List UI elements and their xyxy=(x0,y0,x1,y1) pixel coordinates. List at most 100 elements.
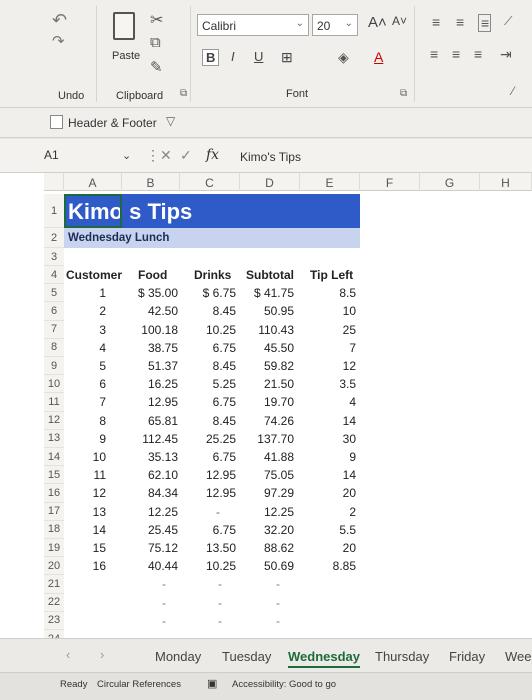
table-cell[interactable]: 42.50 xyxy=(148,304,178,318)
row-header[interactable]: 22 xyxy=(44,593,64,612)
table-cell[interactable]: $ 35.00 xyxy=(138,286,178,300)
align-middle-icon[interactable]: ≡ xyxy=(456,14,464,30)
row-header[interactable]: 23 xyxy=(44,611,64,630)
row-header[interactable]: 1 xyxy=(44,194,64,228)
table-cell[interactable]: 8.5 xyxy=(339,286,356,300)
dialog-launcher-icon[interactable]: ⧉ xyxy=(180,88,187,99)
table-cell[interactable]: 35.13 xyxy=(148,450,178,464)
row-header[interactable]: 3 xyxy=(44,248,64,266)
undo-icon[interactable]: ↶ xyxy=(52,10,67,31)
table-cell[interactable]: 6.75 xyxy=(213,341,236,355)
empty-cell-marker[interactable]: - xyxy=(276,596,280,610)
row-header[interactable]: 8 xyxy=(44,338,64,357)
table-cell[interactable]: 75.12 xyxy=(148,541,178,555)
empty-cell-marker[interactable]: - xyxy=(162,614,166,628)
table-cell[interactable]: 65.81 xyxy=(148,414,178,428)
row-header[interactable]: 2 xyxy=(44,228,64,248)
table-cell[interactable]: 20 xyxy=(343,541,356,555)
table-cell[interactable]: 9 xyxy=(349,450,356,464)
table-cell[interactable]: 41.88 xyxy=(264,450,294,464)
table-cell[interactable]: 110.43 xyxy=(258,323,294,337)
table-cell[interactable]: 12.25 xyxy=(148,505,178,519)
column-header[interactable]: A xyxy=(64,173,122,191)
header-footer-button[interactable]: Header & Footer xyxy=(68,116,157,130)
table-cell[interactable]: 12.95 xyxy=(148,395,178,409)
table-cell[interactable]: 8.45 xyxy=(213,359,236,373)
column-title[interactable]: Food xyxy=(138,268,167,282)
table-cell[interactable]: 75.05 xyxy=(264,468,294,482)
table-cell[interactable]: 8.45 xyxy=(213,304,236,318)
table-cell[interactable]: 9 xyxy=(99,432,106,446)
row-header[interactable]: 13 xyxy=(44,429,64,448)
table-cell[interactable]: 74.26 xyxy=(264,414,294,428)
table-cell[interactable]: 25.25 xyxy=(206,432,236,446)
more-icon[interactable]: ⋮ xyxy=(146,147,160,164)
row-header[interactable]: 10 xyxy=(44,375,64,394)
align-right-icon[interactable]: ≡ xyxy=(474,46,482,62)
row-header[interactable]: 20 xyxy=(44,557,64,576)
table-cell[interactable]: 10 xyxy=(343,304,356,318)
table-cell[interactable]: 2 xyxy=(349,505,356,519)
table-cell[interactable]: 6.75 xyxy=(213,395,236,409)
table-cell[interactable]: 12.95 xyxy=(206,468,236,482)
column-title[interactable]: Tip Left xyxy=(310,268,353,282)
table-cell[interactable]: 97.29 xyxy=(264,486,294,500)
bold-button[interactable]: B xyxy=(202,49,220,66)
table-cell[interactable]: 10 xyxy=(93,450,106,464)
table-cell[interactable]: 7 xyxy=(349,341,356,355)
table-cell[interactable]: 25.45 xyxy=(148,523,178,537)
align-top-icon[interactable]: ≡ xyxy=(432,14,440,30)
cancel-icon[interactable]: ✕ xyxy=(160,147,172,164)
table-cell[interactable]: 40.44 xyxy=(148,559,178,573)
row-header[interactable]: 7 xyxy=(44,320,64,339)
increase-font-icon[interactable]: A˄ xyxy=(368,14,387,31)
paste-label[interactable]: Paste xyxy=(112,50,140,62)
table-cell[interactable]: 21.50 xyxy=(264,377,294,391)
table-cell[interactable]: 16.25 xyxy=(148,377,178,391)
table-cell[interactable]: 12.95 xyxy=(206,486,236,500)
empty-cell-marker[interactable]: - xyxy=(162,596,166,610)
select-all-corner[interactable] xyxy=(44,173,64,191)
table-cell[interactable]: 6 xyxy=(99,377,106,391)
table-cell[interactable]: 8.45 xyxy=(213,414,236,428)
table-cell[interactable]: 50.95 xyxy=(264,304,294,318)
dialog-launcher-icon[interactable]: ⧉ xyxy=(400,88,407,99)
column-header[interactable]: E xyxy=(300,173,360,191)
status-circular-references[interactable]: Circular References xyxy=(97,679,181,690)
row-header[interactable]: 14 xyxy=(44,448,64,467)
status-accessibility[interactable]: Accessibility: Good to go xyxy=(232,679,336,690)
table-cell[interactable]: $ 6.75 xyxy=(203,286,236,300)
row-header[interactable]: 5 xyxy=(44,284,64,303)
table-cell[interactable]: 12 xyxy=(93,486,106,500)
row-header[interactable]: 9 xyxy=(44,357,64,376)
table-cell[interactable]: 100.18 xyxy=(141,323,178,337)
empty-cell-marker[interactable]: - xyxy=(276,614,280,628)
table-cell[interactable]: 3 xyxy=(99,323,106,337)
table-cell[interactable]: 5 xyxy=(99,359,106,373)
decrease-font-icon[interactable]: A˅ xyxy=(392,14,407,28)
tab-wednesday[interactable]: Wednesday xyxy=(288,649,361,668)
column-header[interactable]: H xyxy=(480,173,532,191)
table-cell[interactable]: 32.20 xyxy=(264,523,294,537)
copy-icon[interactable]: ⧉ xyxy=(150,34,161,51)
column-header[interactable]: D xyxy=(240,173,300,191)
tab-monday[interactable]: Monday xyxy=(155,649,201,664)
column-title[interactable]: Subtotal xyxy=(246,268,294,282)
table-cell[interactable]: 4 xyxy=(349,395,356,409)
column-header[interactable]: C xyxy=(180,173,240,191)
table-cell[interactable]: 11 xyxy=(94,468,106,482)
sheet-subtitle[interactable]: Wednesday Lunch xyxy=(68,232,169,244)
table-cell[interactable]: 30 xyxy=(343,432,356,446)
row-header[interactable]: 12 xyxy=(44,411,64,430)
font-color-icon[interactable]: A xyxy=(374,49,383,65)
table-cell[interactable]: 51.37 xyxy=(148,359,178,373)
table-cell[interactable]: 16 xyxy=(93,559,106,573)
enter-icon[interactable]: ✓ xyxy=(180,147,192,164)
table-cell[interactable]: 7 xyxy=(99,395,106,409)
empty-cell-marker[interactable]: - xyxy=(218,596,222,610)
table-cell[interactable]: - xyxy=(216,505,220,519)
insert-function-icon[interactable]: fx xyxy=(206,147,219,163)
row-header[interactable]: 18 xyxy=(44,520,64,539)
row-header[interactable]: 19 xyxy=(44,539,64,558)
row-header[interactable]: 6 xyxy=(44,302,64,321)
